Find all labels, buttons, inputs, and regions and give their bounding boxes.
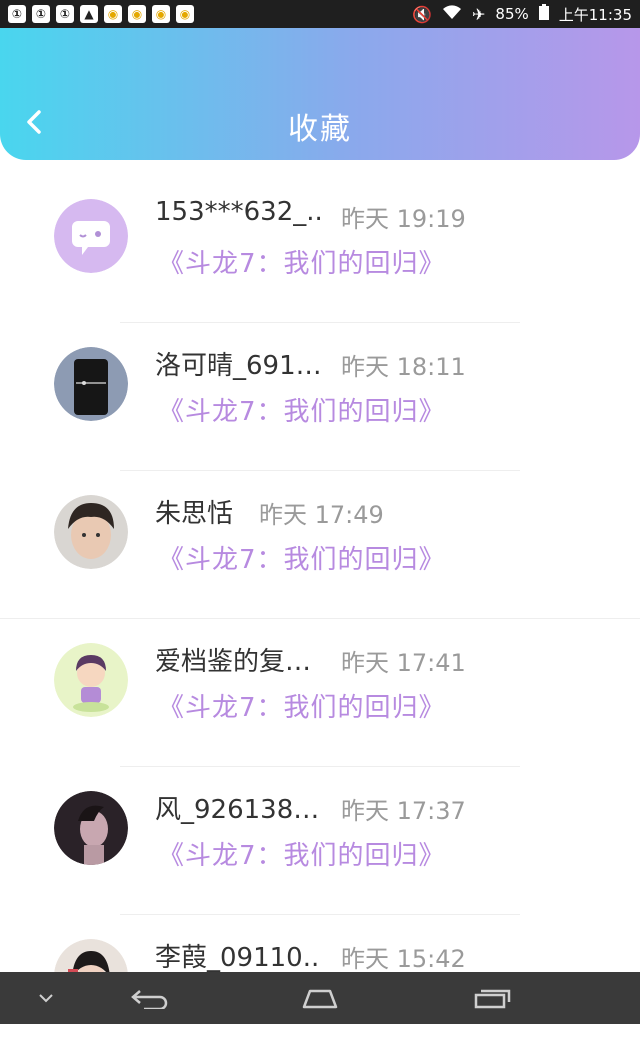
mute-icon: 🔇 [412,4,433,24]
book-title[interactable]: 《斗龙7：我们的回归》 [158,391,446,428]
wechat-icon: ◉ [104,5,122,23]
timestamp: 昨天 19:19 [341,205,466,233]
recent-apps-button[interactable] [470,984,514,1012]
header: 收藏 [0,28,640,160]
notification-icon: ① [8,5,26,23]
timestamp: 昨天 15:42 [341,945,466,973]
notification-icon: ① [56,5,74,23]
user-name: 朱思恬 [155,499,234,529]
list-item[interactable]: 153***632_.. 昨天 19:19 《斗龙7：我们的回归》 [0,175,640,323]
list-item[interactable]: 朱思恬 昨天 17:49 《斗龙7：我们的回归》 [0,471,640,619]
user-name: 153***632_.. [155,197,323,227]
back-nav-button[interactable] [128,984,172,1012]
wechat-icon: ◉ [128,5,146,23]
timestamp: 昨天 17:41 [341,649,466,677]
timestamp: 昨天 17:49 [259,501,384,529]
clock-text: 上午11:35 [558,5,632,24]
book-title[interactable]: 《斗龙7：我们的回归》 [158,835,446,872]
user-name: 李葭_09110.. [155,943,320,973]
back-arrow-icon [131,990,168,1009]
user-name: 洛可晴_691… [155,351,322,381]
list-item[interactable]: 爱档鉴的复… 昨天 17:41 《斗龙7：我们的回归》 [0,619,640,767]
avatar [54,495,128,569]
status-bar: ① ① ① ▲ ◉ ◉ ◉ ◉ 🔇 ✈ 85% 上午11:35 [0,0,640,28]
book-title[interactable]: 《斗龙7：我们的回归》 [158,687,446,724]
timestamp: 昨天 17:37 [341,797,466,825]
chevron-down-icon [39,994,53,1003]
user-name: 风_926138… [155,795,320,825]
book-title[interactable]: 《斗龙7：我们的回归》 [158,243,446,280]
status-right: 🔇 ✈ 85% 上午11:35 [412,4,632,25]
hide-keyboard-button[interactable] [32,984,60,1012]
avatar [54,199,128,273]
user-name: 爱档鉴的复… [155,647,312,677]
wifi-icon [442,4,462,24]
home-icon [302,989,338,1009]
home-button[interactable] [298,984,342,1012]
book-title[interactable]: 《斗龙7：我们的回归》 [158,539,446,576]
battery-text: 85% [495,5,529,23]
airplane-icon: ✈ [472,4,486,24]
favorites-list: 153***632_.. 昨天 19:19 《斗龙7：我们的回归》 洛可晴_69… [0,175,640,1063]
recent-apps-icon [474,989,511,1009]
avatar [54,643,128,717]
navigation-bar [0,972,640,1024]
status-left-icons: ① ① ① ▲ ◉ ◉ ◉ ◉ [8,5,194,23]
wechat-icon: ◉ [176,5,194,23]
image-icon: ▲ [80,5,98,23]
list-item[interactable]: 洛可晴_691… 昨天 18:11 《斗龙7：我们的回归》 [0,323,640,471]
page-title: 收藏 [288,112,352,147]
avatar [54,347,128,421]
battery-icon [538,4,549,24]
avatar [54,791,128,865]
wechat-icon: ◉ [152,5,170,23]
list-item[interactable]: 风_926138… 昨天 17:37 《斗龙7：我们的回归》 [0,767,640,915]
timestamp: 昨天 18:11 [341,353,466,381]
notification-icon: ① [32,5,50,23]
